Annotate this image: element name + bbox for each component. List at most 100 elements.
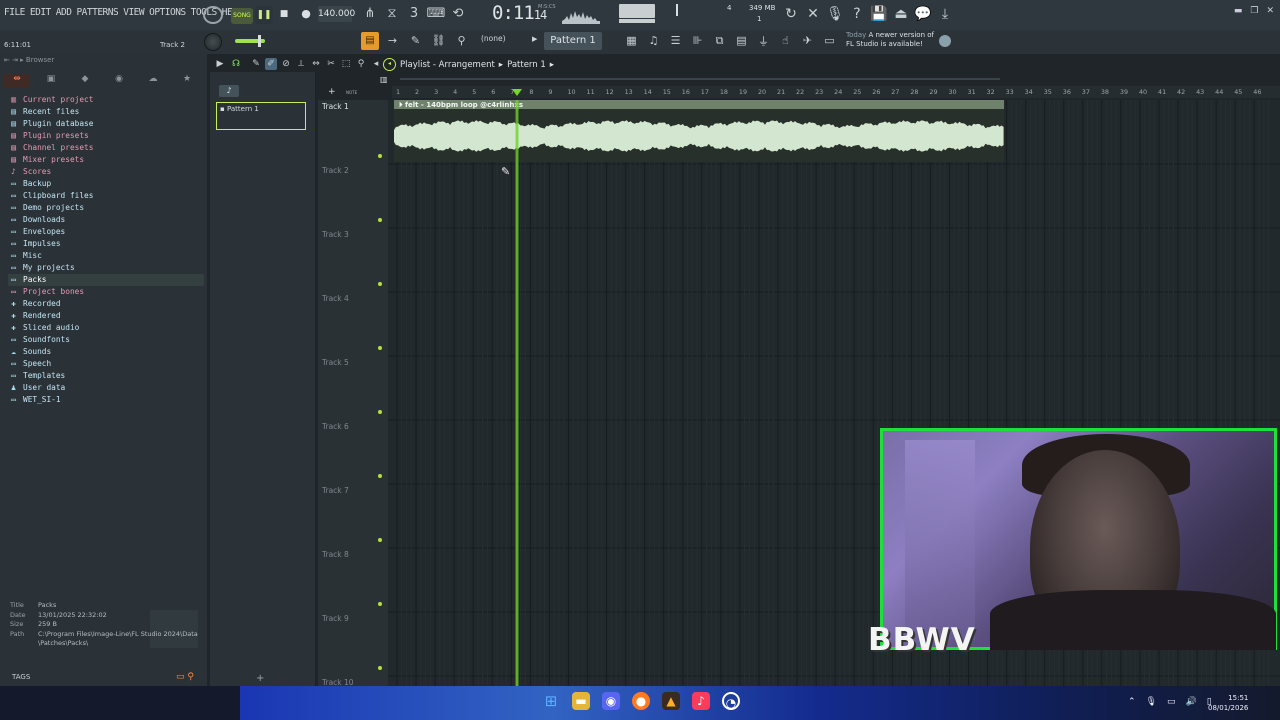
ruler-bar-23[interactable]: 23 <box>815 88 823 96</box>
track-mute-led[interactable] <box>378 218 382 222</box>
browser-tab-project[interactable]: ▣ <box>38 74 64 88</box>
ruler-bar-4[interactable]: 4 <box>453 88 457 96</box>
ruler-bar-33[interactable]: 33 <box>1006 88 1014 96</box>
channel-rack-icon[interactable]: ☰ <box>668 33 683 48</box>
tray-mic-icon[interactable]: 🎙 <box>1146 697 1157 707</box>
song-mode-button[interactable]: SONG <box>231 8 253 24</box>
paint-tool-icon[interactable]: ✐ <box>265 58 277 70</box>
mute-tool-icon[interactable]: ⟂ <box>295 58 307 70</box>
ruler-bar-25[interactable]: 25 <box>853 88 861 96</box>
browser-item-backup[interactable]: ▭ Backup <box>8 178 204 190</box>
countdown-icon[interactable]: 3 <box>406 5 422 21</box>
ruler-bar-34[interactable]: 34 <box>1025 88 1033 96</box>
pattern-selector[interactable]: Pattern 1 <box>544 32 602 50</box>
close-icon[interactable]: ✕ <box>1266 6 1274 16</box>
ruler-bar-30[interactable]: 30 <box>948 88 956 96</box>
track-mute-led[interactable] <box>378 410 382 414</box>
ruler-bar-27[interactable]: 27 <box>891 88 899 96</box>
piano-roll-icon[interactable]: ♫ <box>646 33 661 48</box>
ruler-bar-5[interactable]: 5 <box>472 88 476 96</box>
record-button[interactable]: ● <box>298 6 314 22</box>
browser-item-plugin-presets[interactable]: ▤ Plugin presets <box>8 130 204 142</box>
ruler-bar-45[interactable]: 45 <box>1234 88 1242 96</box>
menu-view[interactable]: VIEW <box>123 7 144 18</box>
ruler-bar-38[interactable]: 38 <box>1101 88 1109 96</box>
menu-file[interactable]: FILE <box>4 7 25 18</box>
tray-chevron-icon[interactable]: ⌃ <box>1128 697 1136 707</box>
metronome-icon[interactable]: ⋔ <box>362 5 378 21</box>
browser-item-sliced-audio[interactable]: ✚ Sliced audio <box>8 322 204 334</box>
step-edit-icon[interactable]: ⌨ <box>427 5 446 21</box>
loop-record-icon[interactable]: ⟲ <box>450 5 466 21</box>
shop-icon[interactable]: ▭ <box>822 33 837 48</box>
track-mute-led[interactable] <box>378 538 382 542</box>
magic-tools-icon[interactable]: ✕ <box>805 5 821 23</box>
tags-search-icon[interactable]: ▭ ⚲ <box>176 672 194 682</box>
track-mute-led[interactable] <box>378 602 382 606</box>
ruler-bar-19[interactable]: 19 <box>739 88 747 96</box>
browser-item-envelopes[interactable]: ▭ Envelopes <box>8 226 204 238</box>
track-header-1[interactable]: Track 1 <box>318 100 388 164</box>
snap-toggle-button[interactable]: ▤ <box>361 32 379 50</box>
browser-item-recent-files[interactable]: ▤ Recent files <box>8 106 204 118</box>
microphone-icon[interactable]: 🎙 <box>826 5 844 23</box>
windows-start-icon[interactable]: ⊞ <box>542 692 560 710</box>
track-header-9[interactable]: Track 9 <box>318 612 388 676</box>
browser-item-current-project[interactable]: ▥ Current project <box>8 94 204 106</box>
ruler-bar-11[interactable]: 11 <box>587 88 595 96</box>
browser-item-soundfonts[interactable]: ▭ Soundfonts <box>8 334 204 346</box>
play-arrow-icon[interactable]: ▶ <box>214 58 226 70</box>
browser-item-mixer-presets[interactable]: ▤ Mixer presets <box>8 154 204 166</box>
browser-item-misc[interactable]: ▭ Misc <box>8 250 204 262</box>
ruler-bar-40[interactable]: 40 <box>1139 88 1147 96</box>
browser-item-plugin-database[interactable]: ▤ Plugin database <box>8 118 204 130</box>
browser-item-downloads[interactable]: ▭ Downloads <box>8 214 204 226</box>
pattern-arrow-icon[interactable]: ▶ <box>532 35 537 43</box>
browser-tab-all[interactable]: ⇹ <box>4 74 30 88</box>
maximize-icon[interactable]: ❐ <box>1250 6 1258 16</box>
tuner-icon[interactable]: ✈ <box>800 33 815 48</box>
ruler-bar-20[interactable]: 20 <box>758 88 766 96</box>
plugin-picker-icon[interactable]: ⧉ <box>712 33 727 48</box>
track-header-2[interactable]: Track 2 <box>318 164 388 228</box>
track-header-3[interactable]: Track 3 <box>318 228 388 292</box>
ruler-bar-21[interactable]: 21 <box>777 88 785 96</box>
slice-tool-icon[interactable]: ✂ <box>325 58 337 70</box>
ruler-bar-24[interactable]: 24 <box>834 88 842 96</box>
pause-button[interactable]: ❚❚ <box>255 6 273 24</box>
firefox-icon[interactable]: ● <box>632 692 650 710</box>
browser-item-my-projects[interactable]: ▭ My projects <box>8 262 204 274</box>
taskbar-clock[interactable]: 15:51 08/01/2026 <box>1208 693 1248 713</box>
tray-volume-icon[interactable]: 🔊 <box>1186 697 1197 707</box>
browser-tab-plugins[interactable]: ◆ <box>72 74 98 88</box>
ruler-bar-41[interactable]: 41 <box>1158 88 1166 96</box>
ruler-bar-35[interactable]: 35 <box>1044 88 1052 96</box>
ruler-bar-14[interactable]: 14 <box>644 88 652 96</box>
track-mute-led[interactable] <box>378 474 382 478</box>
stamp-icon[interactable]: ⚲ <box>454 33 469 48</box>
ruler-bar-36[interactable]: 36 <box>1063 88 1071 96</box>
arrow-right-icon[interactable]: → <box>385 33 400 48</box>
ruler-bar-1[interactable]: 1 <box>396 88 400 96</box>
browser-tab-favorites[interactable]: ★ <box>174 74 200 88</box>
browser-tab-current[interactable]: ◉ <box>106 74 132 88</box>
browser-item-impulses[interactable]: ▭ Impulses <box>8 238 204 250</box>
select-tool-icon[interactable]: ⬚ <box>340 58 352 70</box>
tray-network-icon[interactable]: ▭ <box>1167 697 1176 707</box>
ruler-bar-26[interactable]: 26 <box>872 88 880 96</box>
ruler-bar-32[interactable]: 32 <box>987 88 995 96</box>
ruler-bar-43[interactable]: 43 <box>1196 88 1204 96</box>
discord-icon[interactable]: ◉ <box>602 692 620 710</box>
browser-item-user-data[interactable]: ♟ User data <box>8 382 204 394</box>
browser-item-recorded[interactable]: ✚ Recorded <box>8 298 204 310</box>
music-icon[interactable]: ♪ <box>692 692 710 710</box>
browser-item-clipboard-files[interactable]: ▭ Clipboard files <box>8 190 204 202</box>
fl-logo-icon[interactable] <box>203 6 223 24</box>
ruler-bar-31[interactable]: 31 <box>968 88 976 96</box>
ruler-bar-13[interactable]: 13 <box>625 88 633 96</box>
ruler-bar-37[interactable]: 37 <box>1082 88 1090 96</box>
pattern-item[interactable]: ▪ Pattern 1 <box>216 102 306 130</box>
minimize-icon[interactable]: ▬ <box>1234 6 1243 16</box>
news-panel[interactable]: Today A newer version of FL Studio is av… <box>846 31 936 49</box>
browser-item-rendered[interactable]: ✚ Rendered <box>8 310 204 322</box>
